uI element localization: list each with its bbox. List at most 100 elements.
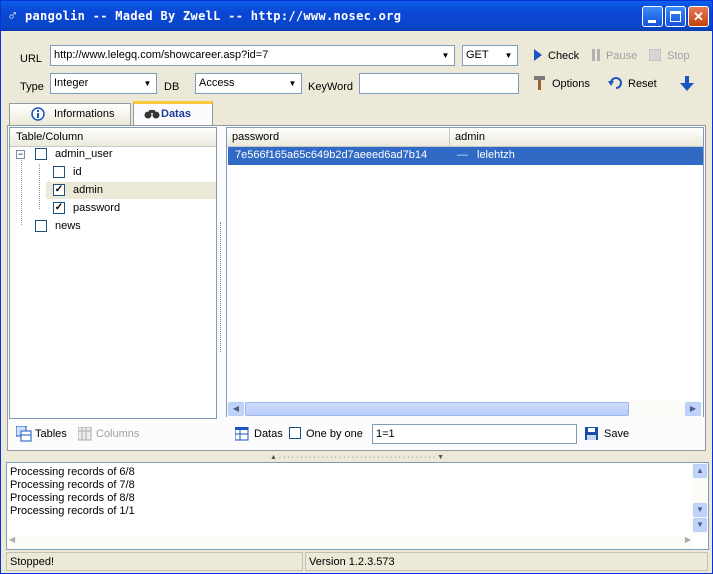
chevron-down-icon[interactable]: ▼ — [438, 47, 453, 64]
save-button[interactable]: Save — [584, 424, 636, 444]
vertical-splitter[interactable] — [217, 127, 226, 449]
log-line: Processing records of 8/8 — [10, 492, 135, 504]
keyword-input[interactable] — [359, 73, 519, 94]
minimize-button[interactable] — [642, 6, 663, 27]
pause-button[interactable]: Pause — [588, 46, 640, 66]
checkbox-admin[interactable]: ✓ — [53, 184, 65, 196]
table-row[interactable]: 7e566f165a65c649b2d7aeeed6ad7b14 — leleh… — [228, 147, 703, 165]
maximize-button[interactable] — [665, 6, 686, 27]
datas-button[interactable]: Datas — [234, 424, 286, 444]
chevron-down-icon[interactable]: ▼ — [501, 47, 516, 64]
log-line: Processing records of 1/1 — [10, 505, 135, 517]
stop-button[interactable]: Stop — [647, 46, 699, 66]
tables-icon — [16, 426, 32, 442]
columns-label: Columns — [96, 428, 140, 440]
main-window: ♂ pangolin -- Maded By ZwelL -- http://w… — [0, 0, 713, 574]
grid-header: password admin — [227, 128, 703, 147]
tree-node-news[interactable]: news — [10, 218, 216, 235]
type-value: Integer — [54, 77, 89, 89]
scroll-left-icon[interactable]: ◀ — [228, 402, 244, 416]
url-label: URL — [20, 53, 43, 65]
check-button[interactable]: Check — [530, 46, 582, 66]
column-header-admin[interactable]: admin — [450, 128, 703, 147]
scroll-right-icon[interactable]: ▶ — [685, 402, 701, 416]
grid-toolbar: Datas One by one 1=1 Save — [226, 419, 704, 449]
db-value: Access — [199, 77, 235, 89]
title-bar[interactable]: ♂ pangolin -- Maded By ZwelL -- http://w… — [1, 1, 712, 31]
play-icon — [534, 49, 542, 61]
options-button[interactable]: Options — [530, 73, 594, 95]
scroll-left-icon[interactable]: ◀ — [9, 535, 15, 544]
status-version: Version 1.2.3.573 — [305, 552, 708, 571]
check-label: Check — [548, 50, 580, 62]
type-label: Type — [20, 81, 44, 93]
url-input[interactable]: http://www.lelegq.com/showcareer.asp?id=… — [50, 45, 455, 66]
tab-informations[interactable]: Informations — [9, 103, 131, 125]
columns-button[interactable]: Columns — [77, 424, 147, 444]
type-select[interactable]: Integer ▼ — [50, 73, 157, 94]
tree-node-label: admin_user — [55, 148, 113, 160]
tree-node-admin-user[interactable]: admin_user — [10, 146, 216, 163]
condition-input[interactable]: 1=1 — [372, 424, 577, 444]
datas-icon — [235, 427, 249, 441]
one-by-one-box[interactable] — [289, 427, 301, 439]
close-button[interactable]: ✕ — [688, 6, 709, 27]
checkbox-news[interactable] — [35, 220, 47, 232]
chevron-down-icon[interactable]: ▼ — [140, 75, 155, 92]
horizontal-splitter[interactable]: ▲ · · · · · · · · · · · · · · · · · · · … — [6, 453, 708, 462]
hammer-icon — [534, 76, 545, 90]
save-label: Save — [604, 428, 630, 440]
one-by-one-checkbox[interactable]: One by one — [289, 424, 367, 444]
scroll-down-icon[interactable]: ▼ — [693, 518, 707, 532]
binoculars-icon — [144, 110, 160, 119]
reset-icon — [608, 77, 622, 89]
checkbox-id[interactable] — [53, 166, 65, 178]
options-label: Options — [552, 78, 590, 90]
checkbox-admin-user[interactable] — [35, 148, 47, 160]
tab-informations-label: Informations — [54, 108, 115, 120]
db-select[interactable]: Access ▼ — [195, 73, 302, 94]
tables-button[interactable]: Tables — [15, 424, 75, 444]
scroll-up-icon[interactable]: ▲ — [693, 464, 707, 478]
download-button[interactable] — [677, 73, 697, 95]
reset-button[interactable]: Reset — [606, 73, 662, 95]
one-by-one-label: One by one — [306, 428, 363, 440]
chevron-down-icon[interactable]: ▼ — [285, 75, 300, 92]
columns-icon — [78, 427, 92, 441]
grid-horizontal-scrollbar[interactable]: ◀ ▶ — [227, 401, 703, 417]
table-column-tree[interactable]: Table/Column − admin_user id ✓ admin ✓ p… — [9, 127, 217, 419]
tab-datas-label: Datas — [161, 108, 191, 120]
url-value: http://www.lelegq.com/showcareer.asp?id=… — [54, 49, 269, 61]
arrow-down-icon — [680, 76, 694, 91]
data-grid[interactable]: password admin 7e566f165a65c649b2d7aeeed… — [226, 127, 704, 417]
minimize-icon — [648, 20, 656, 23]
tree-node-id[interactable]: id — [10, 164, 216, 181]
log-output[interactable]: Processing records of 6/8 Processing rec… — [6, 462, 709, 550]
scroll-right-icon[interactable]: ▶ — [685, 535, 691, 544]
tree-header: Table/Column — [10, 128, 216, 147]
datas-label: Datas — [254, 428, 283, 440]
tree-node-password[interactable]: ✓ password — [10, 200, 216, 217]
keyword-label: KeyWord — [308, 81, 354, 93]
scroll-down-icon[interactable]: ▼ — [693, 503, 707, 517]
tree-node-admin[interactable]: ✓ admin — [46, 182, 216, 199]
column-header-password[interactable]: password — [227, 128, 450, 147]
cell-password: 7e566f165a65c649b2d7aeeed6ad7b14 — [235, 149, 428, 161]
log-line: Processing records of 7/8 — [10, 479, 135, 491]
tab-datas[interactable]: Datas — [133, 101, 213, 126]
cell-admin: lelehtzh — [477, 149, 515, 161]
pause-icon — [592, 49, 600, 61]
scroll-thumb[interactable] — [245, 402, 629, 416]
method-select[interactable]: GET ▼ — [462, 45, 518, 66]
checkbox-password[interactable]: ✓ — [53, 202, 65, 214]
log-horizontal-scrollbar[interactable]: ◀ ▶ — [7, 535, 693, 549]
window-title: pangolin -- Maded By ZwelL -- http://www… — [25, 9, 402, 23]
status-state: Stopped! — [6, 552, 303, 571]
reset-label: Reset — [628, 78, 657, 90]
info-icon — [31, 107, 45, 121]
tree-node-label: admin — [73, 184, 103, 196]
dash-icon: — — [457, 149, 468, 161]
male-symbol-icon: ♂ — [7, 7, 19, 24]
stop-icon — [649, 49, 661, 61]
log-vertical-scrollbar[interactable]: ▲ ▼ ▼ — [692, 463, 708, 535]
